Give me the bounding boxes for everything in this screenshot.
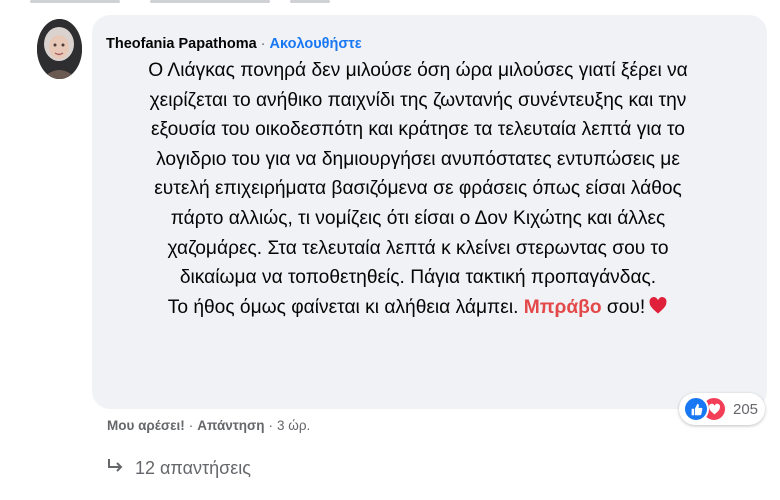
comment-line: δικαίωμα να τοποθετηθείς. Πάγια τακτική …	[179, 267, 657, 289]
comment-line: χειρίζεται το ανήθικο παιχνίδι της ζωντα…	[149, 89, 687, 111]
comment-line: ευτελή επιχειρήματα βασιζόμενα σε φράσει…	[154, 178, 682, 200]
follow-link[interactable]: Ακολουθήστε	[270, 36, 362, 52]
bravo-text: Μπράβο	[523, 296, 602, 318]
comment-actions: Μου αρέσει! · Απάντηση · 3 ώρ.	[107, 418, 310, 433]
comment-line: εξουσία του οικοδεσπότη και κράτησε τα τ…	[151, 119, 685, 141]
reply-arrow-icon	[107, 458, 125, 479]
avatar-photo	[37, 19, 82, 79]
reaction-count: 205	[733, 400, 759, 418]
replies-count-label: 12 απαντήσεις	[135, 458, 251, 478]
previous-comment-cutoff	[0, 0, 780, 6]
comment-line: λογιδριο του για να δημιουργήσει ανυπόστ…	[156, 148, 680, 170]
last-line-text: Το ήθος όμως φαίνεται κι αλήθεια λάμπει.	[167, 296, 519, 318]
comment-header: Theofania Papathoma · Ακολουθήστε	[106, 35, 749, 53]
reactions-summary[interactable]: 205	[679, 393, 765, 425]
comment-line: πάρτο αλλιώς, τι νομίζεις ότι είσαι ο Δο…	[170, 207, 666, 229]
like-icon	[683, 396, 709, 422]
reply-button[interactable]: Απάντηση	[197, 418, 264, 433]
action-separator: ·	[268, 418, 274, 433]
comment-line: Ο Λιάγκας πονηρά δεν μιλούσε όση ώρα μιλ…	[148, 60, 688, 81]
comment-bubble: Theofania Papathoma · Ακολουθήστε Ο Λιάγκα…	[92, 15, 767, 409]
comment-timestamp[interactable]: 3 ώρ.	[277, 418, 310, 433]
comment-last-line: Το ήθος όμως φαίνεται κι αλήθεια λάμπει.…	[108, 293, 728, 326]
view-replies-link[interactable]: 12 απαντήσεις	[107, 458, 251, 479]
header-separator: ·	[260, 36, 266, 52]
last-line-end: σου!	[606, 296, 646, 318]
action-separator: ·	[188, 418, 194, 433]
red-heart-icon	[648, 296, 668, 326]
avatar[interactable]	[37, 19, 82, 79]
comment-line: χαζομάρες. Στα τελευταία λεπτά κ κλείνει…	[167, 237, 669, 259]
comment-text: Ο Λιάγκας πονηρά δεν μιλούσε όση ώρα μιλ…	[108, 56, 728, 325]
author-name[interactable]: Theofania Papathoma	[106, 36, 257, 52]
like-button[interactable]: Μου αρέσει!	[107, 418, 185, 433]
